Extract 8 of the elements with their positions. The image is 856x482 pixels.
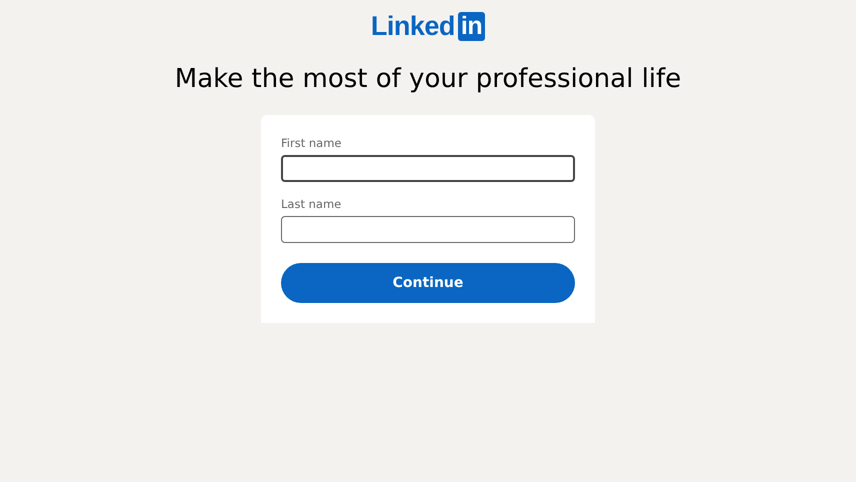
- page-heading: Make the most of your professional life: [174, 63, 682, 96]
- field-label: First name: [281, 135, 342, 151]
- input-field[interactable]: [281, 216, 575, 243]
- continue-button[interactable]: Continue: [281, 263, 575, 303]
- logo-wordmark: Linked: [370, 12, 455, 41]
- field-label: Last name: [281, 196, 342, 212]
- logo-badge: in: [458, 12, 486, 41]
- input-field[interactable]: [281, 155, 575, 182]
